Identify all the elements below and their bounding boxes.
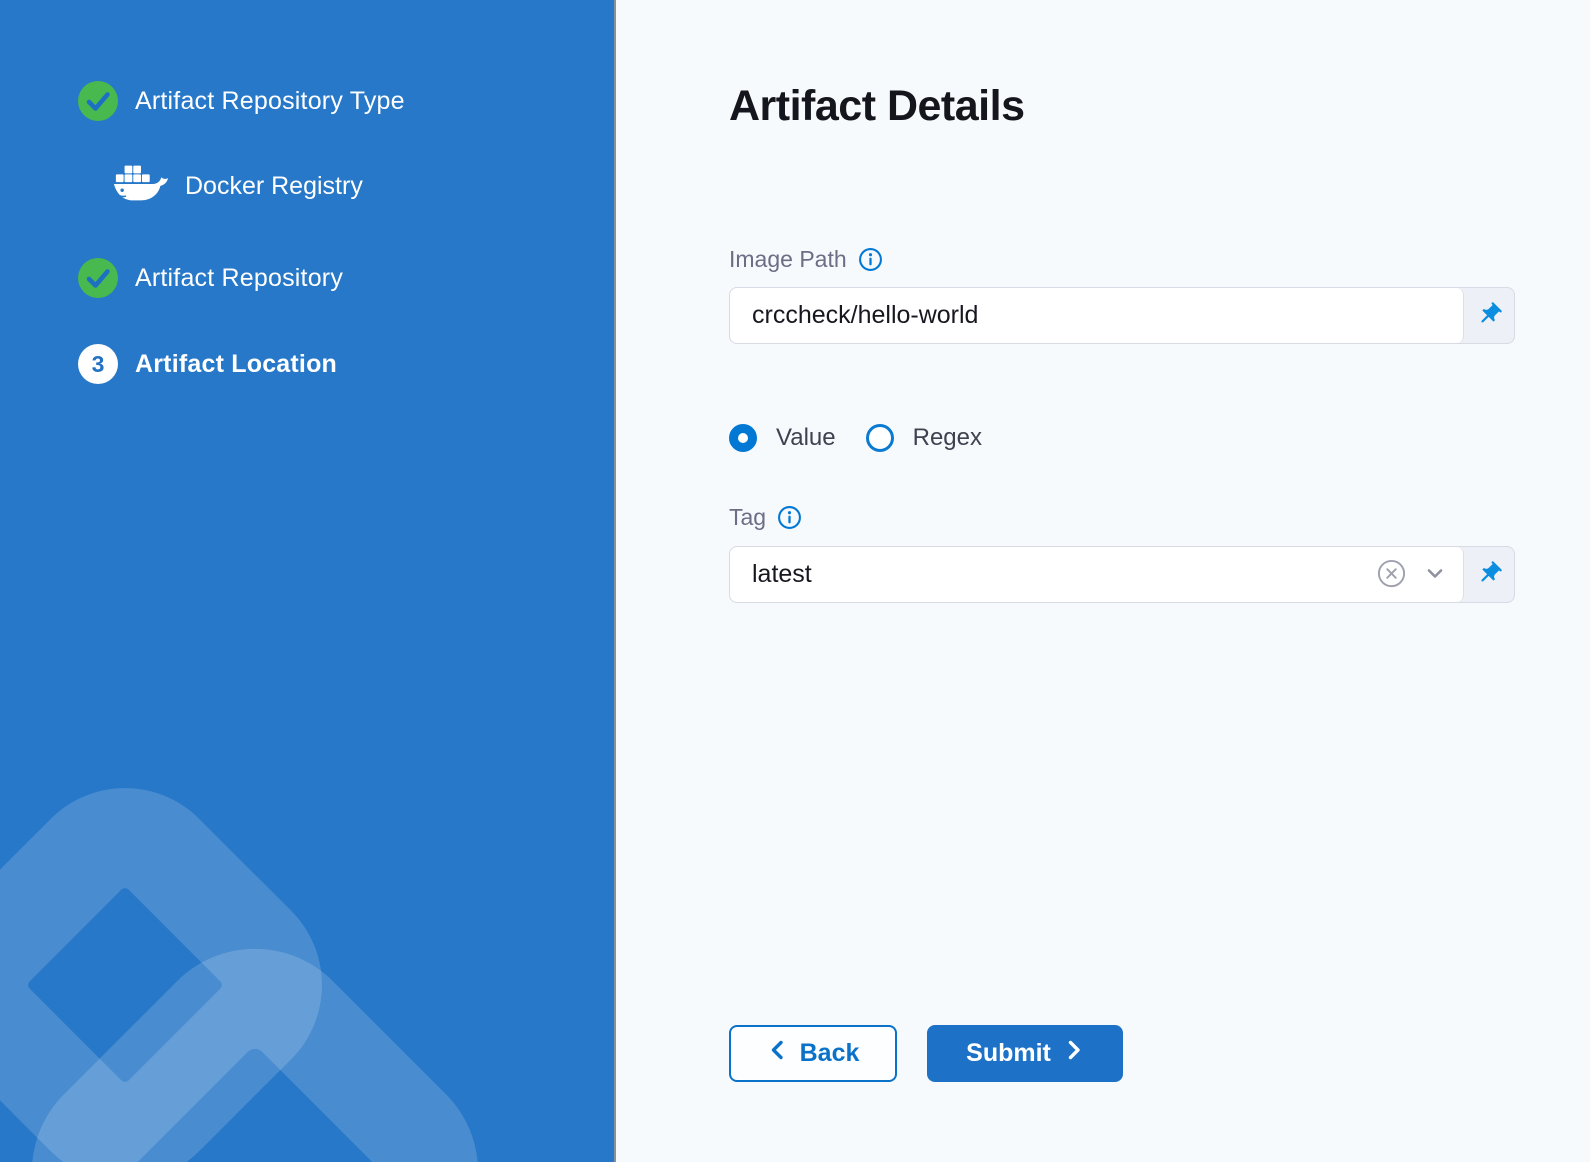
- radio-unselected-icon: [866, 424, 894, 452]
- clear-tag-button[interactable]: [1376, 558, 1407, 592]
- step-artifact-repository-type[interactable]: Artifact Repository Type: [78, 81, 614, 121]
- tag-dropdown-button[interactable]: [1423, 561, 1447, 588]
- tag-input-group: [729, 546, 1515, 603]
- wizard-sidebar: Artifact Repository Type: [0, 0, 616, 1162]
- radio-label: Value: [776, 424, 836, 452]
- chevron-down-icon: [1423, 561, 1447, 588]
- image-path-input-group: [729, 287, 1515, 344]
- image-path-input-wrap: [730, 288, 1464, 343]
- step-number-badge: 3: [78, 344, 118, 384]
- image-path-input[interactable]: [752, 301, 1447, 330]
- page-title: Artifact Details: [729, 82, 1590, 131]
- tag-input-trailing-icons: [1376, 558, 1447, 592]
- brand-watermark-logo: [0, 692, 614, 1162]
- info-icon[interactable]: [777, 505, 802, 530]
- image-path-label-row: Image Path: [729, 244, 1590, 274]
- step-label: Artifact Location: [135, 350, 337, 379]
- wizard-dialog: Artifact Repository Type: [0, 0, 1590, 1162]
- step-list: Artifact Repository Type: [0, 0, 614, 384]
- step-artifact-location[interactable]: 3 Artifact Location: [78, 344, 614, 384]
- check-circle-icon: [78, 258, 118, 298]
- tag-label: Tag: [729, 504, 766, 531]
- pin-icon: [1476, 301, 1503, 331]
- match-type-radio-group: Value Regex: [729, 424, 1590, 452]
- wizard-footer: Back Submit: [729, 1025, 1590, 1082]
- pin-runtime-input-button[interactable]: [1464, 288, 1514, 343]
- back-button-label: Back: [800, 1039, 860, 1068]
- tag-input-wrap: [730, 547, 1464, 602]
- image-path-label: Image Path: [729, 246, 847, 273]
- radio-option-regex[interactable]: Regex: [866, 424, 982, 452]
- tag-label-row: Tag: [729, 502, 1590, 532]
- artifact-details-panel: Artifact Details Image Path: [616, 0, 1590, 1162]
- radio-selected-icon: [729, 424, 757, 452]
- substep-label: Docker Registry: [185, 172, 363, 201]
- pin-icon: [1476, 560, 1503, 590]
- circle-x-icon: [1376, 558, 1407, 592]
- step-label: Artifact Repository Type: [135, 87, 405, 116]
- back-button[interactable]: Back: [729, 1025, 897, 1082]
- step-artifact-repository[interactable]: Artifact Repository: [78, 258, 614, 298]
- chevron-right-icon: [1064, 1038, 1084, 1069]
- tag-input[interactable]: [752, 560, 1376, 589]
- radio-option-value[interactable]: Value: [729, 424, 836, 452]
- radio-label: Regex: [913, 424, 982, 452]
- check-circle-icon: [78, 81, 118, 121]
- submit-button-label: Submit: [966, 1039, 1051, 1068]
- chevron-left-icon: [767, 1038, 787, 1069]
- info-icon[interactable]: [858, 247, 883, 272]
- step-label: Artifact Repository: [135, 264, 343, 293]
- pin-runtime-input-button[interactable]: [1464, 547, 1514, 602]
- submit-button[interactable]: Submit: [927, 1025, 1123, 1082]
- substep-docker-registry[interactable]: Docker Registry: [112, 158, 614, 214]
- docker-icon: [112, 161, 170, 212]
